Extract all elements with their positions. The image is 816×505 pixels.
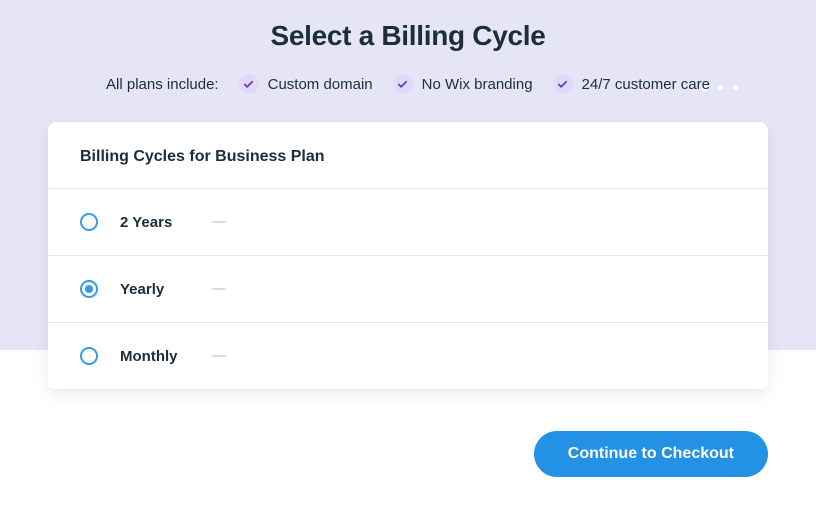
check-icon (553, 74, 573, 94)
billing-option-yearly[interactable]: Yearly (48, 256, 768, 323)
option-label: Yearly (120, 281, 190, 298)
dash-icon (212, 355, 226, 357)
radio-icon (80, 347, 98, 365)
check-icon (393, 74, 413, 94)
include-item-label: 24/7 customer care (582, 76, 710, 93)
page-title: Select a Billing Cycle (0, 0, 816, 52)
dash-icon (212, 221, 226, 223)
billing-option-2-years[interactable]: 2 Years (48, 189, 768, 256)
option-label: Monthly (120, 348, 190, 365)
include-item-custom-domain: Custom domain (239, 74, 373, 94)
check-icon (239, 74, 259, 94)
includes-label: All plans include: (106, 76, 219, 93)
continue-to-checkout-button[interactable]: Continue to Checkout (534, 431, 768, 477)
billing-option-monthly[interactable]: Monthly (48, 323, 768, 389)
option-label: 2 Years (120, 214, 190, 231)
include-item-no-branding: No Wix branding (393, 74, 533, 94)
include-item-label: No Wix branding (422, 76, 533, 93)
include-item-customer-care: 24/7 customer care (553, 74, 710, 94)
radio-icon (80, 280, 98, 298)
radio-icon (80, 213, 98, 231)
include-item-label: Custom domain (268, 76, 373, 93)
billing-card: Billing Cycles for Business Plan 2 Years… (48, 122, 768, 389)
includes-row: All plans include: Custom domain No Wix … (0, 74, 816, 94)
dash-icon (212, 288, 226, 290)
card-title: Billing Cycles for Business Plan (48, 122, 768, 189)
button-row: Continue to Checkout (0, 389, 816, 477)
